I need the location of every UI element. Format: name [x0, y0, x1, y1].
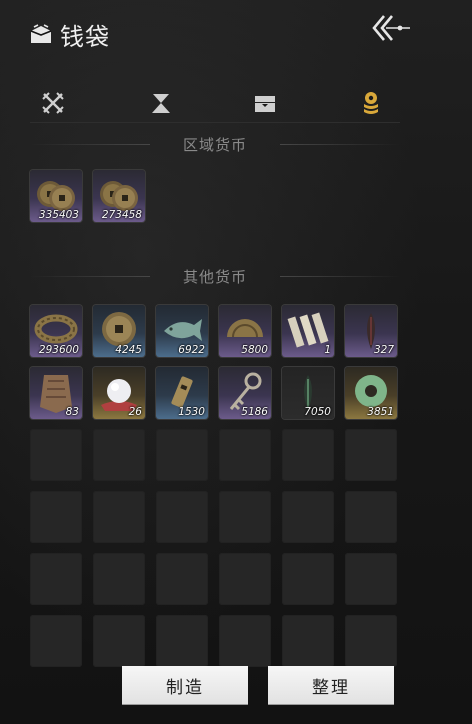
currency-slot[interactable]: 6922: [156, 305, 208, 357]
currency-quantity: 1530: [178, 406, 205, 418]
empty-slot: [156, 553, 208, 605]
currency-slot[interactable]: 327: [345, 305, 397, 357]
currency-slot[interactable]: 3851: [345, 367, 397, 419]
wallet-panel: 钱袋 区域货币 335403 273458 其他货币 293600 4245 6…: [0, 0, 472, 724]
section-title-other: 其他货币: [30, 266, 400, 286]
currency-quantity: 327: [373, 344, 394, 356]
tab-consumables[interactable]: [144, 88, 178, 118]
currency-quantity: 6922: [178, 344, 205, 356]
empty-slot: [345, 429, 397, 481]
header: 钱袋: [28, 16, 110, 52]
money-pouch-icon: [30, 24, 52, 43]
currency-quantity: 273458: [101, 209, 142, 221]
currency-slot[interactable]: 4245: [93, 305, 145, 357]
tab-currency[interactable]: [354, 88, 388, 118]
currency-slot[interactable]: 7050: [282, 367, 334, 419]
empty-slot: [219, 429, 271, 481]
currency-quantity: 7050: [304, 406, 331, 418]
currency-quantity: 5800: [241, 344, 268, 356]
currency-slot[interactable]: 1: [282, 305, 334, 357]
empty-slot: [93, 491, 145, 543]
empty-slot: [345, 553, 397, 605]
empty-slot: [219, 553, 271, 605]
currency-slot[interactable]: 5800: [219, 305, 271, 357]
page-title: 钱袋: [60, 22, 110, 51]
empty-slot: [30, 491, 82, 543]
empty-slot: [282, 615, 334, 667]
currency-slot[interactable]: 293600: [30, 305, 82, 357]
empty-slot: [345, 491, 397, 543]
empty-slot: [219, 491, 271, 543]
currency-quantity: 293600: [38, 344, 79, 356]
currency-slot[interactable]: 26: [93, 367, 145, 419]
currency-slot[interactable]: 335403: [30, 170, 82, 222]
empty-slot: [219, 615, 271, 667]
empty-slot: [93, 553, 145, 605]
empty-slot: [345, 615, 397, 667]
currency-slot[interactable]: 1530: [156, 367, 208, 419]
currency-slot[interactable]: 273458: [93, 170, 145, 222]
currency-slot[interactable]: 83: [30, 367, 82, 419]
empty-slot: [282, 553, 334, 605]
empty-slot: [282, 491, 334, 543]
crossed-swords-icon: [42, 92, 64, 114]
coin-stack-icon: [364, 92, 378, 114]
craft-button[interactable]: 制造: [122, 666, 248, 704]
sort-button[interactable]: 整理: [268, 666, 394, 704]
currency-quantity: 335403: [38, 209, 79, 221]
empty-slot: [30, 429, 82, 481]
currency-quantity: 1: [324, 344, 331, 356]
chest-icon: [255, 96, 275, 112]
currency-quantity: 3851: [367, 406, 394, 418]
empty-slot: [282, 429, 334, 481]
hourglass-icon: [152, 94, 170, 113]
empty-slot: [156, 615, 208, 667]
tab-weapons[interactable]: [36, 88, 70, 118]
currency-quantity: 5186: [241, 406, 268, 418]
back-arrow-icon[interactable]: [368, 12, 412, 44]
tab-chest[interactable]: [248, 88, 282, 118]
empty-slot: [156, 429, 208, 481]
currency-quantity: 26: [128, 406, 142, 418]
currency-quantity: 83: [65, 406, 79, 418]
empty-slot: [30, 553, 82, 605]
empty-slot: [93, 615, 145, 667]
empty-slot: [30, 615, 82, 667]
empty-slot: [93, 429, 145, 481]
category-tabs: [30, 86, 400, 123]
currency-quantity: 4245: [115, 344, 142, 356]
currency-slot[interactable]: 5186: [219, 367, 271, 419]
section-title-regional: 区域货币: [30, 134, 400, 154]
empty-slot: [156, 491, 208, 543]
